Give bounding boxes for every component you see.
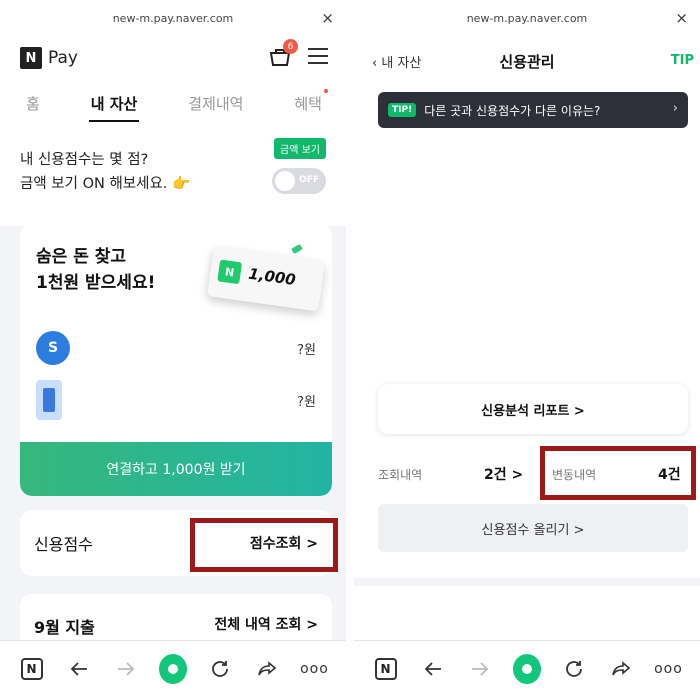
url-bar: new-m.pay.naver.com ×: [0, 0, 346, 36]
hidden-amount: ?원: [297, 394, 316, 410]
page-header: ‹ 내 자산 신용관리 TIP: [354, 36, 700, 86]
toggle-label: OFF: [299, 175, 319, 185]
toggle-knob: [275, 171, 295, 191]
close-icon[interactable]: ×: [675, 9, 688, 27]
divider: [354, 578, 700, 586]
naver-n-icon[interactable]: N: [18, 655, 46, 683]
list-item[interactable]: S ?원: [36, 328, 316, 368]
more-label: ooo: [300, 660, 329, 677]
url-text: new-m.pay.naver.com: [112, 11, 234, 25]
connect-button[interactable]: 연결하고 1,000원 받기: [20, 442, 332, 496]
highlight-box: [190, 518, 338, 572]
naver-n-label: N: [20, 657, 43, 680]
back-arrow-icon[interactable]: [419, 655, 447, 683]
refresh-icon[interactable]: [206, 655, 234, 683]
url-bar: new-m.pay.naver.com ×: [354, 0, 700, 36]
left-screen: new-m.pay.naver.com × N Pay 6 홈 내 자산 결제내…: [0, 0, 346, 696]
tip-badge: TIP!: [388, 103, 417, 117]
page-title: 신용관리: [499, 52, 555, 71]
browser-toolbar: N ooo: [354, 640, 700, 696]
home-circle-icon[interactable]: [512, 653, 541, 684]
money-logo: N: [217, 259, 243, 285]
right-screen: new-m.pay.naver.com × ‹ 내 자산 신용관리 TIP TI…: [354, 0, 700, 696]
view-all-link[interactable]: 전체 내역 조회 >: [214, 614, 318, 634]
naver-logo[interactable]: N: [20, 47, 42, 69]
more-icon[interactable]: ooo: [300, 655, 328, 683]
back-button[interactable]: ‹ 내 자산: [372, 52, 421, 71]
money-illustration: N 1,000: [207, 246, 325, 312]
promo-line1: 숨은 돈 찾고: [36, 247, 127, 267]
card-icon: [36, 380, 62, 420]
tab-home[interactable]: 홈: [26, 85, 40, 122]
spending-title: 9월 지출: [34, 618, 95, 637]
tip-banner[interactable]: TIP! 다른 곳과 신용점수가 다른 이유는? ›: [378, 92, 688, 128]
more-icon[interactable]: ooo: [654, 655, 682, 683]
highlight-box: [540, 446, 696, 500]
refresh-icon[interactable]: [560, 655, 588, 683]
promo-line2: 1천원 받으세요!: [36, 273, 156, 293]
raise-score-button[interactable]: 신용점수 올리기 >: [378, 504, 688, 552]
chevron-right-icon: ›: [672, 101, 678, 116]
amount-tooltip: 금액 보기: [274, 138, 326, 159]
tip-button[interactable]: TIP: [671, 53, 694, 68]
share-icon[interactable]: [253, 655, 281, 683]
menu-icon[interactable]: [308, 48, 328, 69]
new-dot: [323, 88, 328, 93]
naver-n-icon[interactable]: N: [372, 655, 400, 683]
pay-label: Pay: [48, 48, 78, 68]
inquiry-label: 조회내역: [378, 468, 423, 482]
money-amount: 1,000: [247, 264, 297, 290]
amount-toggle[interactable]: OFF: [272, 168, 326, 194]
chevron-left-icon: ‹: [372, 56, 382, 71]
close-icon[interactable]: ×: [321, 9, 334, 27]
browser-toolbar: N ooo: [0, 640, 346, 696]
tab-my-assets[interactable]: 내 자산: [88, 85, 139, 122]
tab-benefits[interactable]: 혜택: [294, 85, 328, 122]
hidden-amount: ?원: [297, 342, 316, 358]
bank-icon: S: [36, 331, 70, 365]
leaf-decoration: [291, 243, 303, 255]
promo-title: 숨은 돈 찾고 1천원 받으세요!: [36, 244, 155, 296]
back-label: 내 자산: [381, 56, 422, 71]
forward-arrow-icon[interactable]: [466, 655, 494, 683]
amount-prompt: 내 신용점수는 몇 점? 금액 보기 ON 해보세요. 👉 금액 보기 OFF: [0, 126, 346, 226]
share-icon[interactable]: [607, 655, 635, 683]
tab-benefits-label: 혜택: [294, 94, 322, 113]
hidden-money-card: 숨은 돈 찾고 1천원 받으세요! N 1,000 S ?원 ?원 연결하고 1…: [20, 224, 332, 496]
tab-bar: 홈 내 자산 결제내역 혜택: [0, 80, 346, 126]
tab-payments[interactable]: 결제내역: [188, 85, 243, 122]
home-circle-icon[interactable]: [158, 653, 187, 684]
naver-n-label: N: [374, 657, 397, 680]
cart-button[interactable]: 6: [268, 39, 298, 69]
app-header: N Pay 6: [0, 36, 346, 80]
url-text: new-m.pay.naver.com: [466, 11, 588, 25]
tip-text: 다른 곳과 신용점수가 다른 이유는?: [424, 103, 601, 118]
credit-score-title: 신용점수: [34, 535, 93, 554]
inquiry-value[interactable]: 2건 >: [484, 464, 523, 484]
more-label: ooo: [654, 660, 683, 677]
credit-report-button[interactable]: 신용분석 리포트 >: [378, 384, 688, 434]
forward-arrow-icon[interactable]: [112, 655, 140, 683]
cart-badge: 6: [283, 39, 298, 54]
list-item[interactable]: ?원: [36, 380, 316, 420]
back-arrow-icon[interactable]: [65, 655, 93, 683]
